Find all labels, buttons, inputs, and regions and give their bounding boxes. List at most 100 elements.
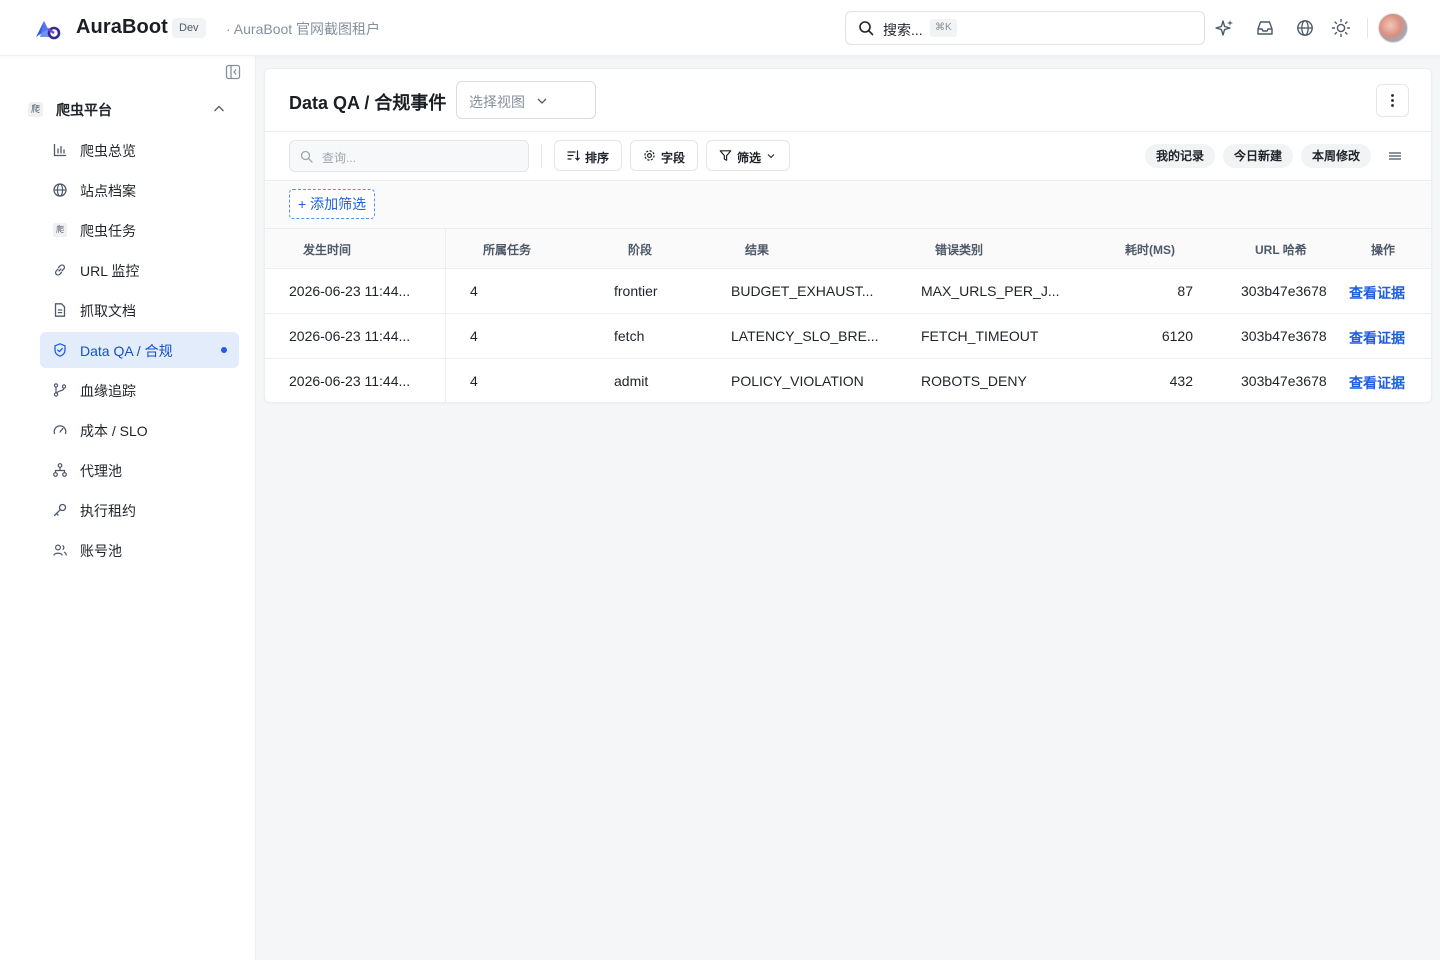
global-search-input[interactable]: 搜索... ⌘K <box>845 11 1205 45</box>
query-input[interactable]: 查询... <box>289 140 529 172</box>
table-row[interactable]: 2026-06-23 11:44... 4 fetch LATENCY_SLO_… <box>265 314 1431 359</box>
quick-filter-my-records[interactable]: 我的记录 <box>1145 144 1216 168</box>
column-header-error-category[interactable]: 错误类别 <box>935 241 983 258</box>
cell-error-category: ROBOTS_DENY <box>921 373 1027 389</box>
sidebar-item-data-qa-compliance[interactable]: Data QA / 合规 <box>40 332 239 368</box>
bar-chart-icon <box>53 143 67 157</box>
sidebar-item-cost-slo[interactable]: 成本 / SLO <box>40 412 239 448</box>
column-header-duration[interactable]: 耗时(MS) <box>1125 241 1175 258</box>
cell-duration: 432 <box>1169 373 1193 389</box>
chevron-down-icon <box>767 154 775 159</box>
column-header-result[interactable]: 结果 <box>745 241 769 258</box>
cell-stage: frontier <box>614 283 658 299</box>
key-icon <box>53 503 67 517</box>
sidebar-item-site-profiles[interactable]: 站点档案 <box>40 172 239 208</box>
sidebar-collapse-icon[interactable] <box>225 64 241 80</box>
sidebar-item-label: URL 监控 <box>80 263 140 279</box>
search-icon <box>300 150 313 163</box>
cell-duration: 6120 <box>1161 328 1193 344</box>
cell-stage: admit <box>614 373 649 389</box>
chevron-down-icon <box>537 98 547 104</box>
shield-icon <box>54 343 66 357</box>
cell-error-category: FETCH_TIMEOUT <box>921 328 1039 344</box>
sidebar-item-fetched-docs[interactable]: 抓取文档 <box>40 292 239 328</box>
column-header-task[interactable]: 所属任务 <box>483 241 531 258</box>
view-select-dropdown[interactable]: 选择视图 <box>456 81 596 119</box>
filter-funnel-icon <box>719 150 732 161</box>
network-icon <box>53 463 67 477</box>
quick-filter-today-new[interactable]: 今日新建 <box>1223 144 1294 168</box>
cell-task: 4 <box>470 373 478 389</box>
globe-icon <box>53 183 67 197</box>
crawler-platform-icon: 爬 <box>28 102 43 117</box>
sidebar-item-label: 站点档案 <box>80 183 136 199</box>
table-header: 发生时间 所属任务 阶段 结果 错误类别 耗时(MS) URL 哈希 操作 <box>265 228 1431 269</box>
cell-url-hash: 303b47e3678 <box>1241 373 1327 389</box>
search-icon <box>859 21 874 36</box>
cell-duration: 87 <box>1177 283 1193 299</box>
sidebar-item-lineage-tracking[interactable]: 血缘追踪 <box>40 372 239 408</box>
sidebar-item-label: Data QA / 合规 <box>80 343 173 359</box>
query-placeholder: 查询... <box>322 151 357 165</box>
sidebar-item-label: 账号池 <box>80 543 122 559</box>
user-avatar[interactable] <box>1378 13 1408 43</box>
view-evidence-link[interactable]: 查看证据 <box>1349 283 1405 303</box>
tenant-name[interactable]: · AuraBoot 官网截图租户 <box>226 19 380 39</box>
sort-label: 排序 <box>585 151 610 165</box>
fields-button[interactable]: 字段 <box>630 140 698 171</box>
link-icon <box>55 264 65 276</box>
cell-time: 2026-06-23 11:44... <box>289 373 411 389</box>
env-badge: Dev <box>172 18 206 38</box>
sidebar-item-label: 抓取文档 <box>80 303 136 319</box>
sidebar-item-url-monitor[interactable]: URL 监控 <box>40 252 239 288</box>
auraboot-logo-icon[interactable] <box>34 15 62 41</box>
density-menu-icon[interactable] <box>1387 149 1403 163</box>
add-filter-button[interactable]: + 添加筛选 <box>289 189 376 219</box>
top-header: AuraBoot Dev · AuraBoot 官网截图租户 搜索... ⌘K <box>0 0 1440 56</box>
sidebar-item-label: 爬虫总览 <box>80 143 136 159</box>
sidebar-item-crawler-overview[interactable]: 爬虫总览 <box>40 132 239 168</box>
view-evidence-link[interactable]: 查看证据 <box>1349 373 1405 393</box>
brand-name[interactable]: AuraBoot <box>76 16 168 39</box>
cell-result: POLICY_VIOLATION <box>731 373 864 389</box>
cell-url-hash: 303b47e3678 <box>1241 328 1327 344</box>
gauge-icon <box>53 425 67 435</box>
cell-task: 4 <box>470 328 478 344</box>
cell-error-category: MAX_URLS_PER_J... <box>921 283 1060 299</box>
sidebar-item-label: 成本 / SLO <box>80 423 148 439</box>
toolbar-separator <box>541 144 542 168</box>
nav-group-label: 爬虫平台 <box>56 102 112 118</box>
cell-stage: fetch <box>614 328 645 344</box>
sidebar-item-label: 爬虫任务 <box>80 223 136 239</box>
sidebar-item-label: 血缘追踪 <box>80 383 136 399</box>
ai-sparkle-icon[interactable] <box>1215 18 1235 38</box>
view-evidence-link[interactable]: 查看证据 <box>1349 328 1405 348</box>
cell-url-hash: 303b47e3678 <box>1241 283 1327 299</box>
sidebar-item-proxy-pool[interactable]: 代理池 <box>40 452 239 488</box>
document-icon <box>54 303 66 317</box>
sidebar-item-label: 执行租约 <box>80 503 136 519</box>
column-header-time[interactable]: 发生时间 <box>303 241 351 258</box>
theme-sun-icon[interactable] <box>1331 18 1351 38</box>
sidebar-item-account-pool[interactable]: 账号池 <box>40 532 239 568</box>
nav-group-crawler-platform[interactable]: 爬 爬虫平台 <box>28 100 228 120</box>
main-content: Data QA / 合规事件 选择视图 查询... 排序 字段 筛选 我的记录 … <box>256 56 1440 960</box>
view-select-placeholder: 选择视图 <box>469 94 525 110</box>
cell-task: 4 <box>470 283 478 299</box>
column-header-stage[interactable]: 阶段 <box>628 241 652 258</box>
column-header-url-hash[interactable]: URL 哈希 <box>1255 241 1307 258</box>
more-vertical-icon <box>1391 94 1394 107</box>
filter-button[interactable]: 筛选 <box>706 140 790 171</box>
cell-time: 2026-06-23 11:44... <box>289 283 411 299</box>
more-actions-button[interactable] <box>1376 84 1409 117</box>
table-row[interactable]: 2026-06-23 11:44... 4 admit POLICY_VIOLA… <box>265 359 1431 404</box>
quick-filter-week-modified[interactable]: 本周修改 <box>1301 144 1372 168</box>
sidebar-item-execution-lease[interactable]: 执行租约 <box>40 492 239 528</box>
language-globe-icon[interactable] <box>1295 18 1315 38</box>
users-icon <box>53 544 67 556</box>
table-row[interactable]: 2026-06-23 11:44... 4 frontier BUDGET_EX… <box>265 269 1431 314</box>
column-header-actions: 操作 <box>1371 243 1396 257</box>
sort-button[interactable]: 排序 <box>554 140 622 171</box>
inbox-icon[interactable] <box>1255 18 1275 38</box>
sidebar-item-crawler-tasks[interactable]: 爬 爬虫任务 <box>40 212 239 248</box>
